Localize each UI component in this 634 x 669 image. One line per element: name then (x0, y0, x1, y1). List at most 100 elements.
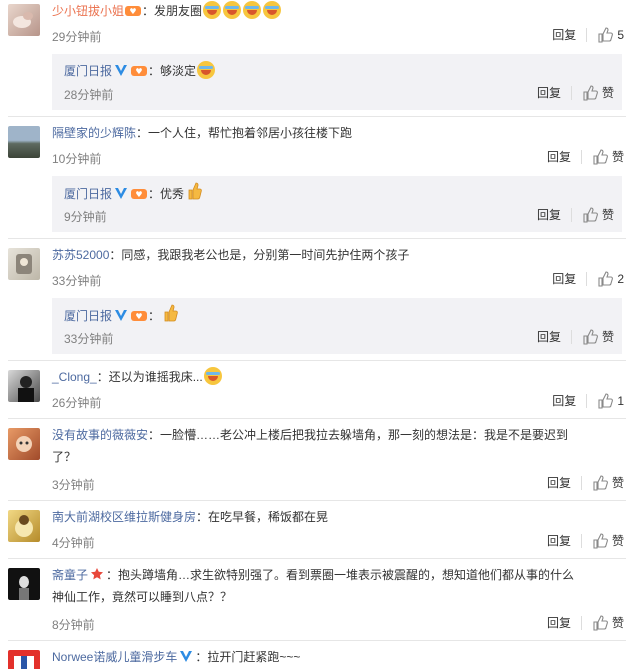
member-badge-icon: ♥ (131, 189, 148, 199)
action-separator (580, 149, 582, 164)
star-badge-icon (91, 568, 104, 580)
thumbs-up-icon (583, 206, 598, 223)
comment-actions: 回复 5 (552, 26, 624, 43)
like-count: 5 (617, 27, 624, 42)
comment-text-continued: 神仙工作，竟然可以睡到八点？？ (52, 590, 233, 604)
svg-text:♥: ♥ (129, 7, 136, 16)
like-button[interactable]: 1 (597, 392, 624, 409)
comment-actions: 回复 2 (552, 270, 624, 287)
thumbs-up-icon (583, 84, 598, 101)
like-button[interactable]: 赞 (582, 206, 614, 223)
avatar[interactable] (8, 370, 40, 402)
reply-actions: 回复 赞 (537, 206, 614, 223)
commenter-name[interactable]: 斋童子 (52, 568, 88, 582)
avatar-image (19, 576, 29, 600)
reply-button[interactable]: 回复 (547, 532, 571, 549)
like-button[interactable]: 赞 (582, 84, 614, 101)
avatar[interactable] (8, 248, 40, 280)
commenter-name[interactable]: 没有故事的薇薇安 (52, 428, 148, 442)
avatar[interactable] (8, 650, 40, 669)
reply-author-name[interactable]: 厦门日报 (64, 187, 112, 201)
commenter-name[interactable]: 苏苏52000 (52, 248, 109, 262)
comment-actions: 回复 赞 (547, 474, 624, 491)
like-button[interactable]: 赞 (592, 532, 624, 549)
action-separator (586, 393, 588, 408)
comment-divider (8, 418, 626, 419)
svg-text:♥: ♥ (135, 67, 142, 76)
like-button[interactable]: 赞 (592, 148, 624, 165)
avatar[interactable] (8, 4, 40, 36)
action-separator (580, 475, 582, 490)
like-label: 赞 (611, 476, 624, 490)
commenter-name[interactable]: Norwee诺威儿童滑步车 (52, 650, 177, 664)
avatar[interactable] (8, 568, 40, 600)
like-count: 1 (617, 393, 624, 408)
comment-text: 苏苏52000：同感，我跟我老公也是，分别第一时间先护住两个孩子 (52, 248, 410, 262)
reply-text: 厦门日报 ♥： (64, 304, 612, 327)
laugh-cry-emoji-icon (263, 1, 282, 19)
avatar-image (18, 376, 34, 402)
comment-item: 少小钮拔小姐 ♥ ：发朋友圈 29分钟前 回复 5 厦门日报 ♥ ：够淡定 28分钟前 … (0, 0, 634, 126)
reply-text: 厦门日报 ♥ ：够淡定 (64, 60, 612, 82)
comment-time: 29分钟前 (52, 30, 102, 44)
member-badge-icon: ♥ (131, 311, 148, 321)
reply-box: 厦门日报 ♥ ：优秀 9分钟前 回复 赞 (52, 176, 622, 232)
comment-item: _Clong_：还以为谁摇我床... 26分钟前 回复 1 (0, 366, 634, 416)
reply-box: 厦门日报 ♥： 33分钟前 回复 赞 (52, 298, 622, 354)
comment-text: 斋童子 ：抱头蹲墙角…求生欲特别强了。看到票圈一堆表示被震醒的，想知道他们都从事的… (52, 568, 575, 582)
action-separator (570, 85, 572, 100)
like-button[interactable]: 赞 (582, 328, 614, 345)
commenter-name[interactable]: 南大前湖校区维拉斯健身房 (52, 510, 196, 524)
comment-item: 南大前湖校区维拉斯健身房：在吃早餐，稀饭都在晃 4分钟前 回复 赞 (0, 506, 634, 556)
reply-button[interactable]: 回复 (547, 148, 571, 165)
comment-divider (8, 116, 626, 117)
thumbs-up-icon (598, 26, 614, 43)
reply-button[interactable]: 回复 (547, 474, 571, 491)
avatar-image (14, 656, 34, 669)
comment-text: 南大前湖校区维拉斯健身房：在吃早餐，稀饭都在晃 (52, 510, 329, 524)
reply-author-name[interactable]: 厦门日报 (64, 64, 112, 78)
commenter-name[interactable]: _Clong_ (52, 370, 97, 384)
svg-text:♥: ♥ (135, 312, 142, 321)
avatar[interactable] (8, 428, 40, 460)
thumbs-up-emoji-icon (188, 182, 202, 200)
like-button[interactable]: 2 (597, 270, 624, 287)
like-button[interactable]: 赞 (592, 614, 624, 631)
thumbs-up-icon (593, 474, 608, 491)
avatar-image (16, 254, 32, 274)
like-label: 赞 (611, 616, 624, 630)
avatar[interactable] (8, 126, 40, 158)
thumbs-up-icon (583, 328, 598, 345)
reply-author-name[interactable]: 厦门日报 (64, 309, 112, 323)
reply-button[interactable]: 回复 (552, 26, 576, 43)
comment-item: 没有故事的薇薇安：一脸懵……老公冲上楼后把我拉去躲墙角，那一刻的想法是：我是不是… (0, 424, 634, 496)
comment-time: 10分钟前 (52, 152, 102, 166)
commenter-name[interactable]: 隔壁家的少辉陈 (52, 126, 136, 140)
avatar-image (13, 12, 33, 28)
reply-button[interactable]: 回复 (537, 328, 561, 345)
laugh-cry-emoji-icon (203, 1, 222, 19)
reply-button[interactable]: 回复 (552, 270, 576, 287)
comment-item: 苏苏52000：同感，我跟我老公也是，分别第一时间先护住两个孩子 33分钟前 回… (0, 244, 634, 364)
comment-divider (8, 238, 626, 239)
comment-item: Norwee诺威儿童滑步车 ：拉开门赶紧跑~~~ (0, 646, 634, 669)
avatar[interactable] (8, 510, 40, 542)
like-label: 赞 (611, 150, 624, 164)
reply-button[interactable]: 回复 (552, 392, 576, 409)
commenter-name[interactable]: 少小钮拔小姐 (52, 4, 124, 18)
reply-button[interactable]: 回复 (537, 84, 561, 101)
like-button[interactable]: 赞 (592, 474, 624, 491)
reply-button[interactable]: 回复 (537, 206, 561, 223)
reply-button[interactable]: 回复 (547, 614, 571, 631)
reply-time: 9分钟前 (64, 210, 107, 224)
like-button[interactable]: 5 (597, 26, 624, 43)
comment-actions: 回复 1 (552, 392, 624, 409)
laugh-cry-emoji-icon (223, 1, 242, 19)
verified-v-icon (180, 651, 193, 662)
comment-text: Norwee诺威儿童滑步车 ：拉开门赶紧跑~~~ (52, 650, 301, 664)
thumbs-up-emoji-icon (164, 304, 178, 322)
member-badge-icon: ♥ (125, 6, 142, 16)
like-label: 赞 (601, 330, 614, 344)
thumbs-up-icon (593, 532, 608, 549)
avatar-image (16, 436, 32, 452)
